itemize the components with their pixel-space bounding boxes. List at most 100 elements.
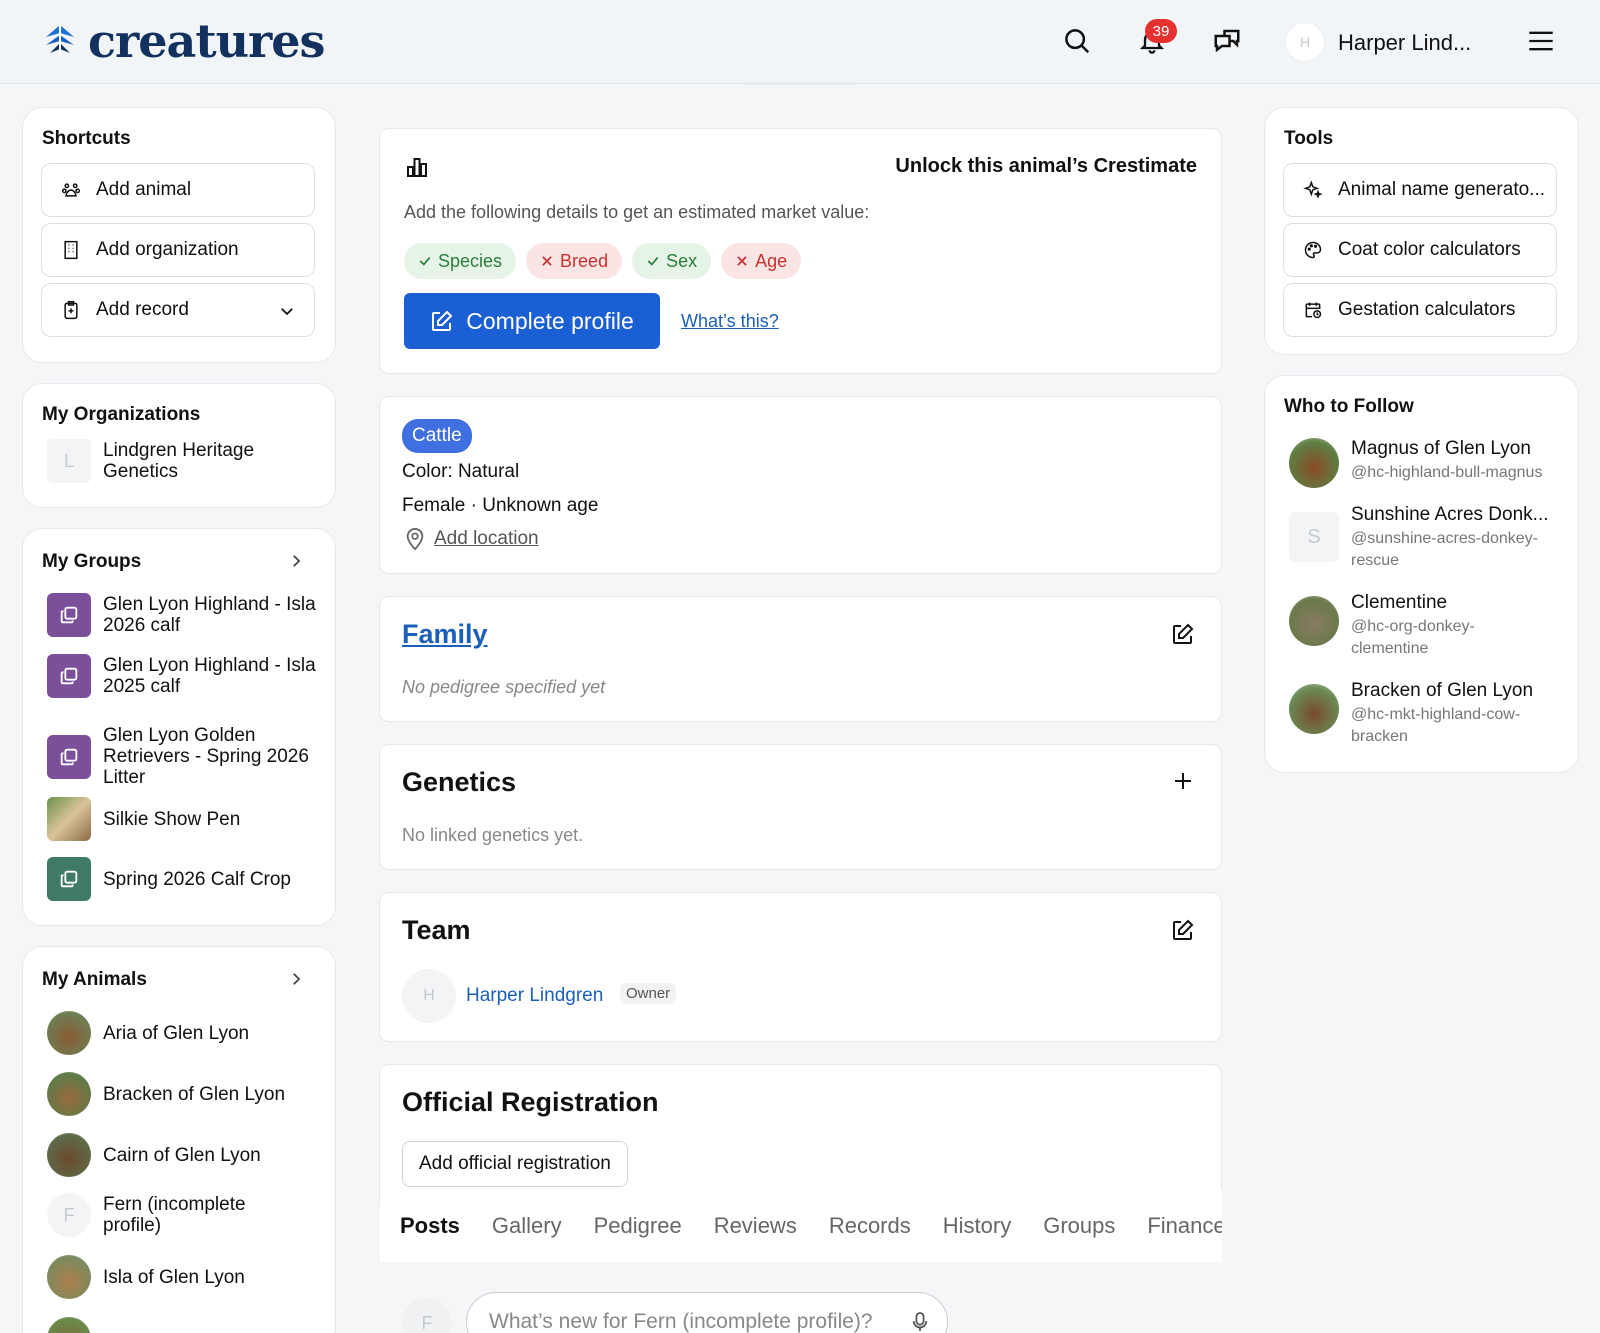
chevron-right-icon[interactable] xyxy=(287,552,305,570)
tools-card: Tools Animal name generato... Coat color… xyxy=(1264,107,1579,355)
genetics-title: Genetics xyxy=(402,767,517,797)
hamburger-menu-icon[interactable] xyxy=(1524,24,1558,58)
plus-icon[interactable] xyxy=(1171,769,1195,793)
user-avatar[interactable]: H xyxy=(1285,22,1325,62)
tab-groups[interactable]: Groups xyxy=(1043,1213,1115,1239)
group-item[interactable]: Glen Lyon Highland - Isla 2026 calf xyxy=(47,593,323,637)
group-item[interactable]: Glen Lyon Golden Retrievers - Spring 202… xyxy=(47,725,323,788)
organization-avatar: L xyxy=(47,439,91,483)
chevron-right-icon[interactable] xyxy=(287,970,305,988)
user-name[interactable]: Harper Lind... xyxy=(1338,30,1471,56)
complete-profile-button[interactable]: Complete profile xyxy=(404,293,660,349)
crestimate-card: Unlock this animal’s Crestimate Add the … xyxy=(379,128,1222,374)
group-name: Glen Lyon Golden Retrievers - Spring 202… xyxy=(103,725,309,788)
edit-icon[interactable] xyxy=(1171,918,1195,942)
chevron-down-icon xyxy=(281,308,293,316)
gestation-calculators-button[interactable]: Gestation calculators xyxy=(1283,283,1557,337)
animal-name: Aria of Glen Lyon xyxy=(103,1022,250,1044)
add-official-registration-button[interactable]: Add official registration xyxy=(402,1141,628,1187)
tab-posts[interactable]: Posts xyxy=(400,1213,460,1239)
check-icon xyxy=(647,256,659,266)
follow-handle: @hc-highland-bull-magnus xyxy=(1351,464,1543,481)
animals-title: My Animals xyxy=(42,969,147,990)
follow-avatar: S xyxy=(1289,512,1339,562)
animal-name: Bracken of Glen Lyon xyxy=(103,1083,286,1105)
follow-suggestion[interactable]: S Sunshine Acres Donk... @sunshine-acres… xyxy=(1289,504,1556,572)
who-to-follow-card: Who to Follow Magnus of Glen Lyon @hc-hi… xyxy=(1264,375,1579,773)
animal-name: Cairn of Glen Lyon xyxy=(103,1144,261,1166)
animal-avatar: F xyxy=(47,1193,91,1237)
calendar-clock-icon xyxy=(1302,299,1324,321)
follow-suggestion[interactable]: Magnus of Glen Lyon @hc-highland-bull-ma… xyxy=(1289,438,1542,488)
coat-color-calculators-label: Coat color calculators xyxy=(1338,239,1521,260)
group-copy-icon xyxy=(47,734,91,779)
animal-item[interactable]: Aria of Glen Lyon xyxy=(47,1011,249,1055)
follow-name: Clementine xyxy=(1351,592,1448,613)
follow-suggestion[interactable]: Bracken of Glen Lyon @hc-mkt-highland-co… xyxy=(1289,680,1551,748)
microphone-icon[interactable] xyxy=(911,1311,929,1333)
notification-badge: 39 xyxy=(1145,19,1177,43)
sparkle-icon xyxy=(1302,179,1324,201)
group-photo-thumbnail xyxy=(47,797,91,841)
animal-name-generator-button[interactable]: Animal name generato... xyxy=(1283,163,1557,217)
species-pill: Species xyxy=(404,243,517,279)
animal-name: Fern (incomplete profile) xyxy=(103,1194,246,1236)
species-tag[interactable]: Cattle xyxy=(402,419,472,453)
coat-color-calculators-button[interactable]: Coat color calculators xyxy=(1283,223,1557,277)
animal-avatar xyxy=(47,1072,91,1116)
animal-item[interactable]: Bracken of Glen Lyon xyxy=(47,1072,285,1116)
search-icon[interactable] xyxy=(1060,24,1094,58)
add-record-button[interactable]: Add record xyxy=(41,283,315,337)
x-icon xyxy=(737,256,747,266)
edit-icon[interactable] xyxy=(1171,622,1195,646)
follow-avatar xyxy=(1289,684,1339,734)
animal-item[interactable]: Cairn of Glen Lyon xyxy=(47,1133,261,1177)
tab-records[interactable]: Records xyxy=(829,1213,911,1239)
follow-avatar xyxy=(1289,596,1339,646)
role-badge: Owner xyxy=(620,983,677,1004)
check-icon xyxy=(419,256,431,266)
group-item[interactable]: Silkie Show Pen xyxy=(47,797,240,841)
tab-history[interactable]: History xyxy=(943,1213,1011,1239)
breed-pill: Breed xyxy=(526,243,623,279)
building-icon xyxy=(60,239,82,261)
family-title[interactable]: Family xyxy=(402,619,488,650)
genetics-card: Genetics No linked genetics yet. xyxy=(379,744,1222,870)
add-organization-button[interactable]: Add organization xyxy=(41,223,315,277)
animal-avatar xyxy=(47,1011,91,1055)
follow-suggestion[interactable]: Clementine @hc-org-donkey-clementine xyxy=(1289,592,1501,660)
team-member-name[interactable]: Harper Lindgren xyxy=(466,985,603,1007)
group-item[interactable]: Spring 2026 Calf Crop xyxy=(47,857,291,901)
tab-reviews[interactable]: Reviews xyxy=(714,1213,797,1239)
group-item[interactable]: Glen Lyon Highland - Isla 2025 calf xyxy=(47,654,323,698)
animal-item[interactable] xyxy=(47,1317,91,1333)
group-name: Glen Lyon Highland - Isla 2025 calf xyxy=(103,655,316,697)
logo[interactable]: creatures xyxy=(40,14,325,68)
add-location-link[interactable]: Add location xyxy=(434,528,539,550)
tools-title: Tools xyxy=(1284,128,1334,149)
organization-item[interactable]: L Lindgren Heritage Genetics xyxy=(47,439,293,483)
shortcuts-card: Shortcuts Add animal Add organization Ad… xyxy=(22,107,336,363)
logo-mark-icon xyxy=(46,25,74,57)
group-name: Spring 2026 Calf Crop xyxy=(103,868,291,890)
animal-name: Isla of Glen Lyon xyxy=(103,1266,245,1288)
animal-item[interactable]: Isla of Glen Lyon xyxy=(47,1255,245,1299)
post-composer-input[interactable]: What’s new for Fern (incomplete profile)… xyxy=(466,1292,948,1333)
x-icon xyxy=(542,256,552,266)
tab-pedigree[interactable]: Pedigree xyxy=(594,1213,682,1239)
clipboard-plus-icon xyxy=(60,299,82,321)
add-animal-button[interactable]: Add animal xyxy=(41,163,315,217)
tab-gallery[interactable]: Gallery xyxy=(492,1213,562,1239)
profile-summary-card: Cattle Color: Natural Female · Unknown a… xyxy=(379,396,1222,574)
group-name: Silkie Show Pen xyxy=(103,808,241,830)
top-navigation-bar: creatures 39 H Harper Lind... xyxy=(0,0,1600,84)
organizations-title: My Organizations xyxy=(42,404,201,425)
animal-item[interactable]: F Fern (incomplete profile) xyxy=(47,1193,303,1237)
whats-this-link[interactable]: What’s this? xyxy=(681,311,779,332)
add-organization-label: Add organization xyxy=(96,239,239,260)
registration-title: Official Registration xyxy=(402,1087,659,1117)
team-member-avatar: H xyxy=(402,969,456,1023)
tab-finances[interactable]: Finances xyxy=(1147,1213,1222,1239)
genetics-empty-text: No linked genetics yet. xyxy=(402,825,584,845)
messages-icon[interactable] xyxy=(1210,24,1244,58)
